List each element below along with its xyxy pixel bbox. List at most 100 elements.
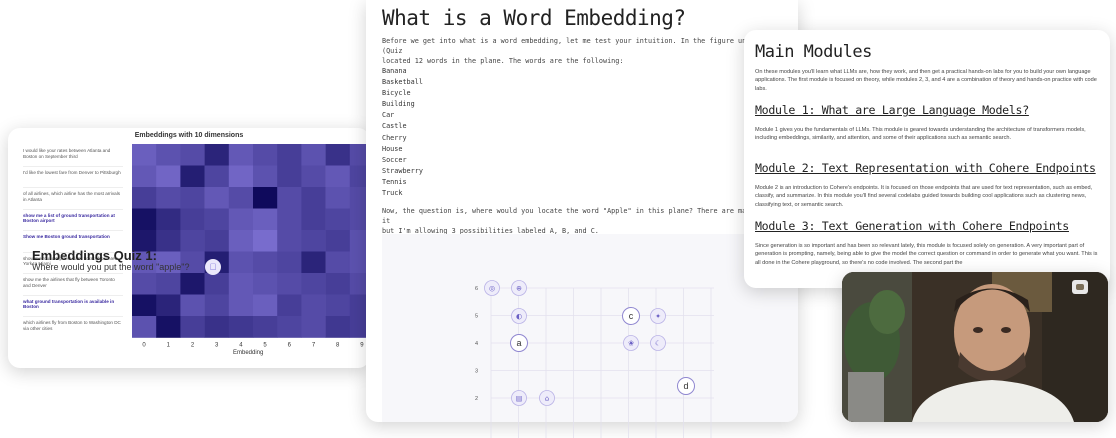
word-list-item: House <box>382 144 403 153</box>
heatmap-cell <box>253 144 278 166</box>
heatmap-cell <box>253 273 278 295</box>
word-list-item: Tennis <box>382 177 407 186</box>
heatmap-x-tick: 3 <box>215 343 219 349</box>
heatmap-cell <box>253 187 278 209</box>
heatmap-cell <box>156 144 181 166</box>
presenter-video <box>842 272 1108 422</box>
heatmap-cell <box>325 294 351 317</box>
heatmap-cell <box>156 208 181 231</box>
module-1-text: Module 1 gives you the fundamentals of L… <box>755 127 1086 142</box>
heatmap-cell <box>180 144 205 166</box>
heatmap-x-tick: 0 <box>142 343 146 349</box>
heatmap-cell <box>204 187 230 209</box>
module-1-heading[interactable]: Module 1: What are Large Language Models… <box>755 103 1029 117</box>
quiz-title: Embeddings Quiz 1: <box>32 248 157 263</box>
modules-title: Main Modules <box>755 42 872 62</box>
heatmap-cell <box>301 230 326 252</box>
question-line-1: Now, the question is, where would you lo… <box>382 207 784 225</box>
heatmap-cell <box>325 165 351 188</box>
word-list-item: Soccer <box>382 155 407 164</box>
quiz-subtitle: Where would you put the word "apple"? <box>32 262 190 272</box>
heatmap-cell <box>180 273 205 295</box>
module-2-text: Module 2 is an introduction to Cohere's … <box>755 185 1093 208</box>
module-3-heading[interactable]: Module 3: Text Generation with Cohere En… <box>755 219 1069 233</box>
heatmap-cell <box>228 230 254 252</box>
heatmap-cell <box>253 165 278 188</box>
heatmap-cell <box>228 144 254 166</box>
module-2-heading[interactable]: Module 2: Text Representation with Coher… <box>755 161 1096 175</box>
heatmap-x-tick: 6 <box>288 343 292 349</box>
heatmap-cell <box>253 230 278 252</box>
heatmap-cell <box>132 165 157 188</box>
heatmap-cell <box>132 316 157 338</box>
heatmap-x-tick: 7 <box>312 343 316 349</box>
intro-line-1: Before we get into what is a word embedd… <box>382 37 779 55</box>
heatmap-cell <box>253 251 278 274</box>
heatmap-cell <box>253 294 278 317</box>
heatmap-cell <box>325 208 351 231</box>
heatmap-cell <box>156 187 181 209</box>
heatmap-cell <box>180 165 205 188</box>
heatmap-cell <box>277 273 302 295</box>
heatmap-cell <box>325 251 351 274</box>
heatmap-cell <box>325 230 351 252</box>
heatmap-cell <box>204 165 230 188</box>
word-list: Banana Basketball Bicycle Building Car Castle… <box>382 66 423 199</box>
heatmap-cell <box>277 230 302 252</box>
heatmap-cell <box>301 208 326 231</box>
heatmap-cell <box>180 316 205 338</box>
heatmap-cell <box>325 273 351 295</box>
apple-icon:  <box>205 259 221 275</box>
heatmap-cell <box>132 208 157 231</box>
heatmap-cell <box>180 208 205 231</box>
heatmap-cell <box>132 273 157 295</box>
heatmap-cell <box>253 208 278 231</box>
heatmap-cell <box>325 187 351 209</box>
presenter-image <box>842 272 1108 422</box>
quiz-panel <box>382 234 798 422</box>
word-list-item: Castle <box>382 122 407 131</box>
heatmap-cell <box>228 187 254 209</box>
heatmap-cell <box>228 251 254 274</box>
heatmap-cell <box>156 316 181 338</box>
heatmap-cell <box>277 165 302 188</box>
heatmap-cell <box>204 316 230 338</box>
heatmap-cell <box>132 144 157 166</box>
heatmap-cell <box>301 294 326 317</box>
word-embedding-page: What is a Word Embedding? Before we get … <box>366 0 798 422</box>
heatmap-cell <box>277 316 302 338</box>
heatmap-cell <box>301 316 326 338</box>
heatmap-x-tick: 9 <box>360 343 364 349</box>
heatmap-cell <box>253 316 278 338</box>
heatmap-cell <box>180 187 205 209</box>
word-list-item: Strawberry <box>382 166 423 175</box>
heatmap-cell <box>301 144 326 166</box>
heatmap-cell <box>277 251 302 274</box>
heatmap-cell <box>301 251 326 274</box>
heatmap-x-tick: 8 <box>336 343 340 349</box>
heatmap-cell <box>204 208 230 231</box>
word-list-item: Truck <box>382 189 403 198</box>
module-3-text: Since generation is so important and has… <box>755 243 1098 266</box>
heatmap-cell <box>228 316 254 338</box>
word-list-item: Building <box>382 100 415 109</box>
heatmap-cell <box>180 294 205 317</box>
main-modules-page: Main Modules On these modules you'll lea… <box>744 30 1110 288</box>
heatmap-cell <box>228 294 254 317</box>
modules-intro: On these modules you'll learn what LLMs … <box>755 69 1097 92</box>
heatmap-cell <box>204 230 230 252</box>
heatmap-cell <box>301 273 326 295</box>
heatmap-cell <box>228 165 254 188</box>
heatmap-cell <box>156 230 181 252</box>
question-paragraph: Now, the question is, where would you lo… <box>382 206 792 236</box>
heatmap-cell <box>277 144 302 166</box>
heatmap-cell <box>180 230 205 252</box>
heatmap-cell <box>156 273 181 295</box>
heatmap-cell <box>204 294 230 317</box>
heatmap-x-tick: 2 <box>191 343 195 349</box>
heatmap-cell <box>228 208 254 231</box>
heatmap-cell <box>156 165 181 188</box>
heatmap-cell <box>301 165 326 188</box>
heatmap-x-tick: 1 <box>167 343 171 349</box>
heatmap-cell <box>277 208 302 231</box>
